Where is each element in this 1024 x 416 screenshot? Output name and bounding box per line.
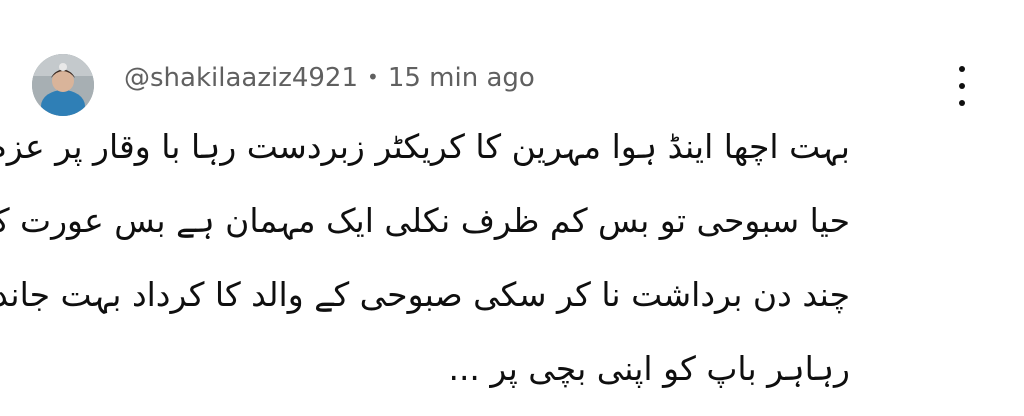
author-name[interactable]: @shakilaaziz4921 [124, 63, 358, 93]
more-vertical-icon[interactable] [948, 66, 976, 106]
comment-text-line: رہاہر باپ کو اپنی بچی پر ... [448, 349, 850, 388]
comment-timestamp: 15 min ago [387, 63, 535, 93]
comment-item: @shakilaaziz4921 • 15 min ago بہت اچھا ا… [0, 0, 1024, 416]
menu-dot [959, 83, 965, 89]
comment-text-line: بہت اچھا اینڈ ہوا مہرین کا کریکٹر زبردست… [0, 127, 850, 166]
menu-dot [959, 66, 965, 72]
avatar-photo-icon [32, 54, 94, 116]
separator-dot: • [367, 65, 379, 89]
comment-text-line: چند دن برداشت نا کر سکی صبوحی کے والد کا… [0, 275, 850, 314]
user-avatar[interactable] [32, 54, 94, 116]
comment-header: @shakilaaziz4921 • 15 min ago [124, 58, 535, 98]
menu-dot [959, 100, 965, 106]
comment-text-line: حیا سبوحی تو بس کم ظرف نکلی ایک مہمان ہے… [0, 201, 850, 240]
comment-text: بہت اچھا اینڈ ہوا مہرین کا کریکٹر زبردست… [0, 110, 850, 406]
